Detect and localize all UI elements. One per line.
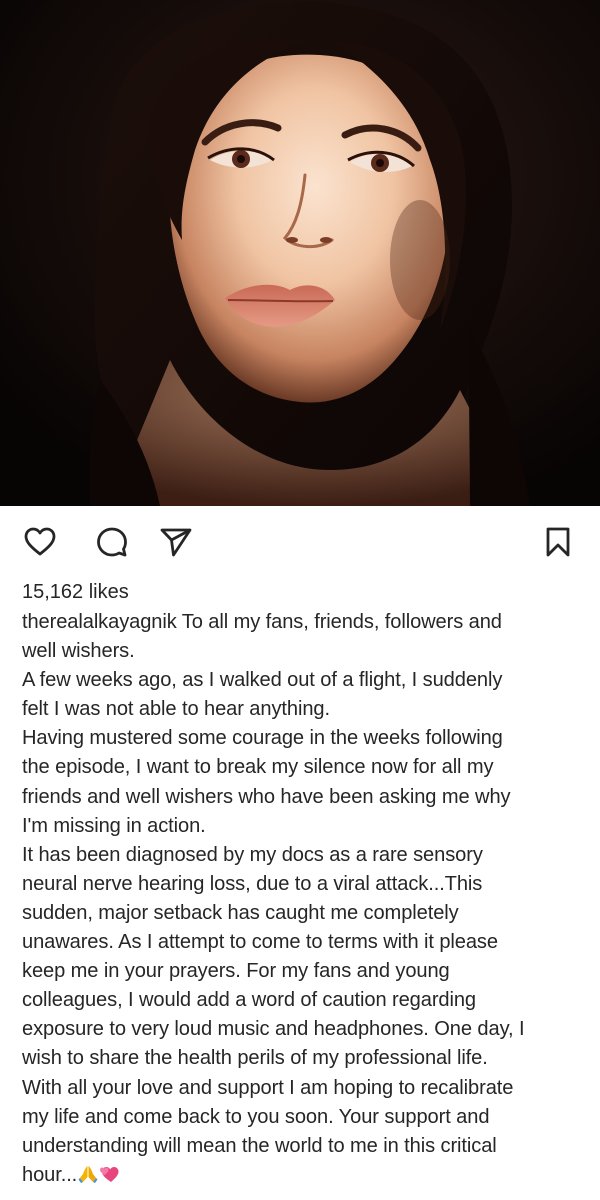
paper-plane-icon xyxy=(160,528,192,557)
caption-line: exposure to very loud music and headphon… xyxy=(22,1018,525,1041)
comment-button[interactable] xyxy=(92,522,132,562)
caption-line: I'm missing in action. xyxy=(22,814,206,837)
caption-username[interactable]: therealalkayagnik xyxy=(22,611,177,633)
share-button[interactable] xyxy=(156,522,196,562)
heart-icon xyxy=(24,527,56,556)
caption-line: hour... xyxy=(22,1161,582,1190)
caption-line: keep me in your prayers. For my fans and… xyxy=(22,960,450,983)
caption-line: therealalkayagnik To all my fans, friend… xyxy=(22,611,502,633)
like-button[interactable] xyxy=(20,522,60,562)
save-button[interactable] xyxy=(538,522,578,562)
folded-hands-emoji xyxy=(78,1165,98,1183)
post-caption: therealalkayagnik To all my fans, friend… xyxy=(22,608,582,1190)
caption-line: wish to share the health perils of my pr… xyxy=(22,1047,488,1070)
two-hearts-emoji xyxy=(100,1166,119,1182)
caption-line: well wishers. xyxy=(22,640,135,663)
bookmark-icon xyxy=(546,527,570,557)
instagram-post: 15,162 likes therealalkayagnik To all my… xyxy=(0,0,600,1200)
likes-count[interactable]: 15,162 likes xyxy=(22,580,129,604)
caption-line: friends and well wishers who have been a… xyxy=(22,785,511,808)
caption-line: A few weeks ago, as I walked out of a fl… xyxy=(22,669,503,692)
caption-line: Having mustered some courage in the week… xyxy=(22,727,503,750)
caption-line: felt I was not able to hear anything. xyxy=(22,698,330,721)
post-photo[interactable] xyxy=(0,0,600,506)
caption-line: sudden, major setback has caught me comp… xyxy=(22,901,459,924)
post-action-bar xyxy=(0,518,600,568)
caption-line: understanding will mean the world to me … xyxy=(22,1134,497,1157)
caption-line: It has been diagnosed by my docs as a ra… xyxy=(22,843,483,866)
caption-line: my life and come back to you soon. Your … xyxy=(22,1105,490,1128)
caption-line: unawares. As I attempt to come to terms … xyxy=(22,931,498,954)
caption-line: colleagues, I would add a word of cautio… xyxy=(22,989,477,1012)
comment-icon xyxy=(97,527,127,557)
caption-line: neural nerve hearing loss, due to a vira… xyxy=(22,872,483,895)
portrait-photo xyxy=(0,0,600,506)
caption-line: With all your love and support I am hopi… xyxy=(22,1076,514,1099)
caption-line: the episode, I want to break my silence … xyxy=(22,756,494,779)
